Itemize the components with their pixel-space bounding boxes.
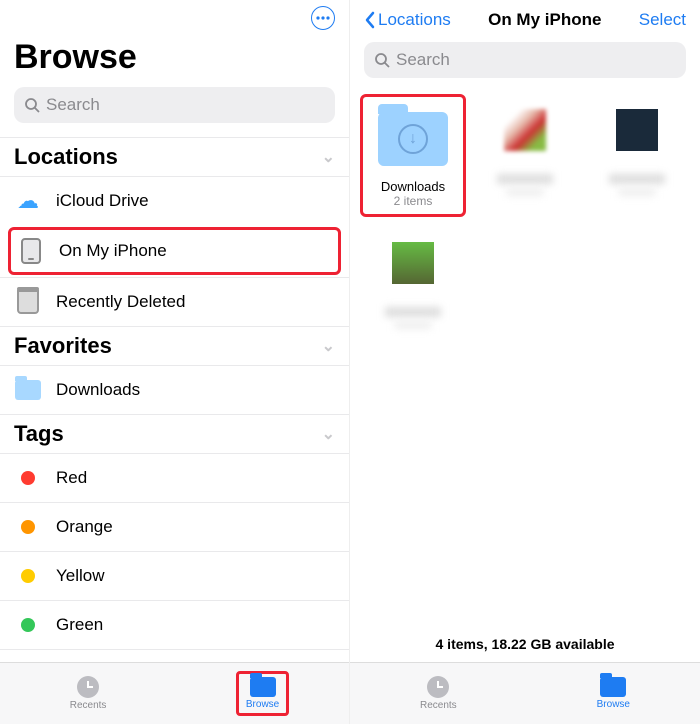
tab-recents[interactable]: Recents [410, 670, 467, 717]
row-label: Downloads [56, 380, 140, 400]
folder-subcap-obscured [619, 188, 655, 196]
tab-label: Browse [597, 699, 630, 710]
back-label: Locations [378, 10, 451, 30]
tab-bar: Recents Browse [350, 662, 700, 724]
tag-blue[interactable]: Blue [0, 649, 349, 662]
tag-red[interactable]: Red [0, 453, 349, 502]
tag-dot-icon [14, 611, 42, 639]
search-container: Search [0, 87, 349, 137]
folder-pane: Locations On My iPhone Select Search ↓ D… [350, 0, 700, 724]
folder-label: Downloads [381, 179, 445, 194]
tag-dot-icon [14, 464, 42, 492]
search-icon [24, 97, 40, 113]
folder-item[interactable] [360, 227, 466, 329]
tag-yellow[interactable]: Yellow [0, 551, 349, 600]
search-placeholder: Search [396, 50, 450, 70]
folder-subcap-obscured [395, 321, 431, 329]
clock-icon [77, 676, 99, 698]
folder-subcap-obscured [507, 188, 543, 196]
left-header [0, 0, 349, 38]
chevron-down-icon: ⌄ [322, 424, 335, 444]
row-label: On My iPhone [59, 241, 167, 261]
search-input[interactable]: Search [364, 42, 686, 78]
tab-recents[interactable]: Recents [60, 670, 117, 717]
section-title: Favorites [14, 333, 112, 359]
folder-thumb [597, 94, 677, 166]
page-title: Browse [0, 38, 349, 87]
folder-icon [14, 376, 42, 404]
section-header-locations[interactable]: Locations ⌄ [0, 137, 349, 176]
ellipsis-icon [316, 16, 330, 20]
select-button[interactable]: Select [639, 10, 686, 30]
search-placeholder: Search [46, 95, 100, 115]
folder-subcap: 2 items [394, 194, 433, 208]
folder-label-obscured [497, 174, 553, 184]
location-icloud-drive[interactable]: ☁ iCloud Drive [0, 176, 349, 225]
search-icon [374, 52, 390, 68]
chevron-down-icon: ⌄ [322, 147, 335, 167]
search-container: Search [350, 36, 700, 88]
tag-dot-icon [14, 562, 42, 590]
nav-title: On My iPhone [488, 10, 601, 30]
trash-icon [14, 288, 42, 316]
back-button[interactable]: Locations [364, 10, 451, 30]
phone-icon [17, 237, 45, 265]
section-title: Locations [14, 144, 118, 170]
clock-icon [427, 676, 449, 698]
row-label: Green [56, 615, 103, 635]
tab-label: Browse [246, 699, 279, 710]
storage-status: 4 items, 18.22 GB available [350, 626, 700, 662]
location-recently-deleted[interactable]: Recently Deleted [0, 277, 349, 326]
tab-label: Recents [70, 700, 107, 711]
section-header-tags[interactable]: Tags ⌄ [0, 414, 349, 453]
folder-item[interactable] [584, 94, 690, 217]
chevron-down-icon: ⌄ [322, 336, 335, 356]
tab-label: Recents [420, 700, 457, 711]
download-arrow-icon: ↓ [398, 124, 428, 154]
tab-browse[interactable]: Browse [236, 671, 289, 716]
folder-downloads[interactable]: ↓ Downloads 2 items [360, 94, 466, 217]
chevron-left-icon [364, 11, 376, 29]
row-label: Orange [56, 517, 113, 537]
folder-icon [600, 677, 626, 697]
folder-item[interactable] [472, 94, 578, 217]
folder-thumb [373, 227, 453, 299]
tab-bar: Recents Browse [0, 662, 349, 724]
location-on-my-iphone[interactable]: On My iPhone [8, 227, 341, 275]
folder-icon [250, 677, 276, 697]
row-label: Red [56, 468, 87, 488]
folder-label-obscured [385, 307, 441, 317]
cloud-icon: ☁ [14, 187, 42, 215]
nav-bar: Locations On My iPhone Select [350, 0, 700, 36]
favorite-downloads[interactable]: Downloads [0, 365, 349, 414]
browse-list: Locations ⌄ ☁ iCloud Drive On My iPhone … [0, 137, 349, 662]
row-label: iCloud Drive [56, 191, 149, 211]
tag-orange[interactable]: Orange [0, 502, 349, 551]
search-input[interactable]: Search [14, 87, 335, 123]
section-title: Tags [14, 421, 64, 447]
folder-thumb: ↓ [373, 103, 453, 175]
row-label: Yellow [56, 566, 105, 586]
more-options-button[interactable] [311, 6, 335, 30]
folder-thumb [485, 94, 565, 166]
tab-browse[interactable]: Browse [587, 671, 640, 716]
tag-green[interactable]: Green [0, 600, 349, 649]
row-label: Recently Deleted [56, 292, 185, 312]
section-header-favorites[interactable]: Favorites ⌄ [0, 326, 349, 365]
browse-pane: Browse Search Locations ⌄ ☁ iCloud Drive… [0, 0, 350, 724]
folder-grid: ↓ Downloads 2 items [350, 88, 700, 626]
tag-dot-icon [14, 513, 42, 541]
folder-label-obscured [609, 174, 665, 184]
